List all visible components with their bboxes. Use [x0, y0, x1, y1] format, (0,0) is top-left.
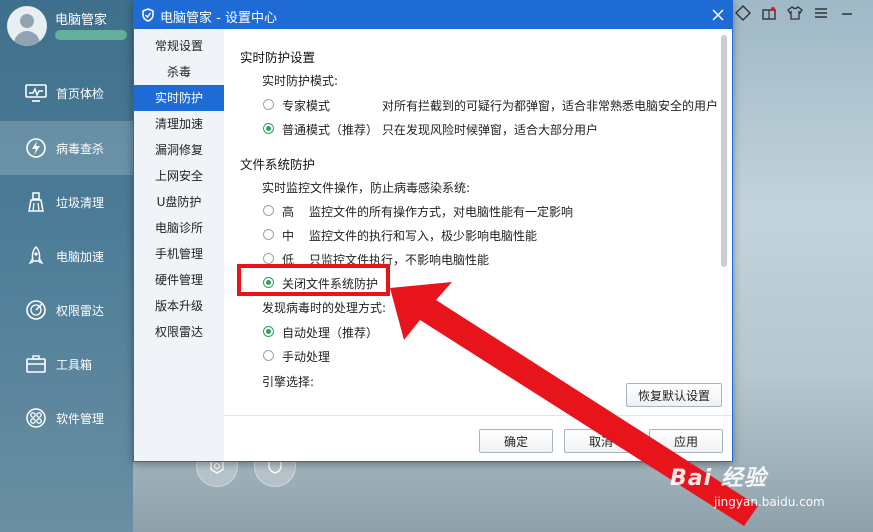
fs-medium-desc: 监控文件的执行和写入，极少影响电脑性能 [309, 229, 538, 243]
radio-fs-medium[interactable] [263, 229, 274, 240]
main-nav-junk-clean[interactable]: 垃圾清理 [0, 175, 133, 229]
main-nav-label: 软件管理 [56, 411, 105, 426]
virus-action-label: 发现病毒时的处理方式: [262, 301, 387, 315]
realtime-mode-label: 实时防护模式: [262, 74, 339, 88]
main-nav-label: 权限雷达 [56, 303, 105, 318]
settings-nav-usb[interactable]: U盘防护 [134, 189, 224, 215]
skin-icon[interactable] [786, 4, 804, 22]
main-nav-label: 首页体检 [56, 86, 105, 101]
normal-mode-desc: 只在发现风险时候弹窗，适合大部分用户 [382, 123, 599, 137]
window-toolbar [734, 2, 873, 24]
minimize-icon[interactable] [838, 4, 856, 22]
watermark-url: jingyan.baidu.com [714, 495, 825, 509]
settings-nav-antivirus[interactable]: 杀毒 [134, 59, 224, 85]
close-icon[interactable] [708, 5, 728, 25]
user-avatar[interactable] [7, 6, 47, 46]
radio-auto-handle[interactable] [263, 326, 274, 337]
fs-high-desc: 监控文件的所有操作方式，对电脑性能有一定影响 [309, 205, 574, 219]
main-nav-software[interactable]: 软件管理 [0, 391, 133, 445]
dialog-title: 电脑管家 - 设置中心 [160, 11, 277, 26]
settings-nav-cleanup[interactable]: 清理加速 [134, 111, 224, 137]
toolbox-icon [24, 353, 48, 375]
settings-nav: 常规设置 杀毒 实时防护 清理加速 漏洞修复 上网安全 U盘防护 电脑诊所 手机… [134, 29, 224, 461]
main-nav-label: 工具箱 [56, 357, 93, 372]
lightning-shield-icon [24, 137, 48, 159]
settings-nav-clinic[interactable]: 电脑诊所 [134, 215, 224, 241]
main-nav-home-check[interactable]: 首页体检 [0, 66, 133, 120]
main-nav-label: 垃圾清理 [56, 195, 105, 210]
ok-button[interactable]: 确定 [479, 429, 553, 453]
monitor-icon [24, 82, 48, 104]
main-nav-toolbox[interactable]: 工具箱 [0, 337, 133, 391]
baidu-watermark: Bai 经验 jingyan.baidu.com [664, 455, 873, 532]
account-status-bar [55, 30, 127, 40]
settings-nav-web-security[interactable]: 上网安全 [134, 163, 224, 189]
main-nav-speed-up[interactable]: 电脑加速 [0, 229, 133, 283]
dialog-footer-divider [224, 415, 732, 416]
section-title-realtime: 实时防护设置 [240, 50, 316, 65]
app-name: 电脑管家 [55, 13, 108, 28]
fs-medium-label[interactable]: 中 [282, 227, 294, 244]
fs-monitor-label: 实时监控文件操作，防止病毒感染系统: [262, 181, 471, 195]
settings-nav-upgrade[interactable]: 版本升级 [134, 293, 224, 319]
apps-icon [24, 407, 48, 429]
radio-fs-high[interactable] [263, 205, 274, 216]
apply-button[interactable]: 应用 [649, 429, 723, 453]
main-nav-label: 电脑加速 [56, 249, 105, 264]
diamond-icon[interactable] [734, 4, 752, 22]
settings-nav-phone[interactable]: 手机管理 [134, 241, 224, 267]
fs-high-label[interactable]: 高 [282, 203, 294, 220]
manual-handle-label[interactable]: 手动处理 [282, 348, 330, 365]
engine-label: 引擎选择: [262, 375, 315, 389]
settings-dialog: 电脑管家 - 设置中心 常规设置 杀毒 实时防护 清理加速 漏洞修复 上网安全 … [133, 0, 733, 462]
main-nav-permission-radar[interactable]: 权限雷达 [0, 283, 133, 337]
radio-normal-mode[interactable] [263, 123, 274, 134]
settings-nav-vuln-fix[interactable]: 漏洞修复 [134, 137, 224, 163]
radar-icon [24, 299, 48, 321]
settings-content: 实时防护设置 实时防护模式: 专家模式 对所有拦截到的可疑行为都弹窗，适合非常熟… [224, 29, 732, 461]
restore-default-button[interactable]: 恢复默认设置 [626, 383, 722, 407]
settings-nav-hardware[interactable]: 硬件管理 [134, 267, 224, 293]
scrollbar[interactable] [721, 35, 727, 267]
menu-icon[interactable] [812, 4, 830, 22]
expert-mode-label[interactable]: 专家模式 [282, 97, 330, 114]
expert-mode-desc: 对所有拦截到的可疑行为都弹窗，适合非常熟悉电脑安全的用户 [382, 99, 719, 113]
section-title-filesystem: 文件系统防护 [240, 157, 316, 172]
annotation-highlight-box [237, 264, 390, 296]
settings-nav-realtime[interactable]: 实时防护 [134, 85, 224, 111]
settings-nav-general[interactable]: 常规设置 [134, 33, 224, 59]
dialog-titlebar[interactable]: 电脑管家 - 设置中心 [134, 1, 732, 29]
gift-icon[interactable] [760, 4, 778, 22]
shield-logo-icon [141, 8, 155, 22]
radio-expert-mode[interactable] [263, 99, 274, 110]
broom-icon [24, 191, 48, 213]
settings-nav-radar[interactable]: 权限雷达 [134, 319, 224, 345]
main-nav-virus-scan[interactable]: 病毒查杀 [0, 121, 133, 175]
watermark-brand: Bai 经验 [670, 466, 767, 491]
normal-mode-label[interactable]: 普通模式（推荐） [282, 121, 378, 138]
cancel-button[interactable]: 取消 [564, 429, 638, 453]
rocket-icon [24, 245, 48, 267]
radio-manual-handle[interactable] [263, 350, 274, 361]
main-nav-label: 病毒查杀 [56, 141, 105, 156]
radio-fs-low[interactable] [263, 253, 274, 264]
main-sidebar: 电脑管家 首页体检 病毒查杀 垃圾清理 电脑加速 权限雷达 工具箱 软件管理 [0, 0, 133, 532]
auto-handle-label[interactable]: 自动处理（推荐） [282, 324, 378, 341]
